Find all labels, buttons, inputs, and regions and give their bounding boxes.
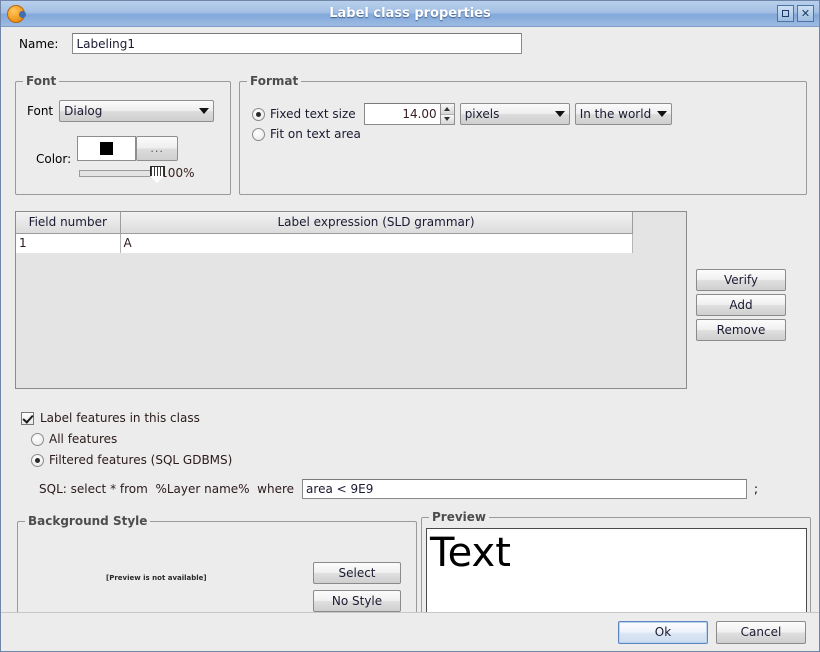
close-icon[interactable]: ✕ [797,5,814,22]
spinner-up-icon[interactable] [440,104,454,115]
gvsig-globe-icon [7,4,26,23]
name-row: Name: [1,27,819,59]
chevron-down-icon [656,111,667,117]
text-size-input[interactable] [363,103,440,125]
size-reference-value: In the world [579,107,652,121]
sql-prefix-label: SQL: select * from %Layer name% where [39,482,295,496]
cell-field-number[interactable]: 1 [16,233,121,253]
title-bar[interactable]: Label class properties ✕ [1,1,819,27]
column-header-label-expression[interactable]: Label expression (SLD grammar) [120,212,633,234]
cell-label-expression[interactable]: A [120,233,633,253]
opacity-slider-thumb[interactable] [149,165,166,184]
format-group: Format Fixed text size pixels In the wor [239,74,807,195]
name-input[interactable] [72,33,523,54]
maximize-icon[interactable] [777,5,794,22]
chevron-down-icon [554,111,565,117]
color-chip [100,142,114,155]
text-size-units-value: pixels [464,107,500,121]
label-features-row[interactable]: Label features in this class [21,411,200,425]
remove-button[interactable]: Remove [696,319,786,341]
table-header-row: Field number Label expression (SLD gramm… [16,212,633,234]
fit-on-text-area-label: Fit on text area [270,127,361,141]
window-controls: ✕ [777,5,816,22]
size-reference-select[interactable]: In the world [574,103,672,125]
opacity-slider-row: 100% [79,165,195,184]
radio-fixed-text-size[interactable] [252,107,265,121]
opacity-value: 100% [160,166,195,180]
sql-row: SQL: select * from %Layer name% where ; [39,479,758,499]
table-row[interactable]: 1 A [16,233,633,253]
font-family-select[interactable]: Dialog [59,100,215,122]
font-family-value: Dialog [64,104,103,118]
color-label: Color: [36,152,72,166]
filtered-features-row[interactable]: Filtered features (SQL GDBMS) [31,453,232,467]
background-preview-message: [Preview is not available] [106,574,207,582]
background-style-legend: Background Style [25,514,151,528]
font-family-row: Font Dialog [27,100,215,122]
font-group-legend: Font [23,74,60,88]
background-style-actions: Select No Style [313,562,401,612]
spinner-down-icon[interactable] [440,114,454,124]
fit-on-text-area-row: Fit on text area [252,127,369,141]
font-color-row: Color: ... 100% [36,136,195,184]
radio-fit-on-text-area[interactable] [252,127,265,141]
select-button[interactable]: Select [313,562,401,584]
name-label: Name: [19,36,59,51]
color-swatch[interactable] [77,136,137,161]
preview-sample-text: Text [430,530,511,576]
all-features-row[interactable]: All features [31,432,117,446]
checkbox-label-features[interactable] [21,411,34,425]
all-features-label: All features [49,432,118,446]
dialog-content: Name: Font Font Dialog Color: [1,27,819,651]
ok-button[interactable]: Ok [618,620,708,644]
text-size-stepper[interactable] [363,103,455,125]
format-group-legend: Format [247,74,302,88]
text-size-spin-buttons[interactable] [439,103,455,125]
filtered-features-label: Filtered features (SQL GDBMS) [49,453,233,467]
color-picker-button[interactable]: ... [136,136,179,161]
chevron-down-icon [199,108,210,114]
font-group: Font Font Dialog Color: ... 100% [15,74,231,195]
label-expression-table[interactable]: Field number Label expression (SLD gramm… [15,211,687,389]
opacity-slider[interactable] [79,165,166,184]
preview-legend: Preview [429,510,490,524]
sql-suffix-label: ; [754,482,759,496]
expression-actions: Verify Add Remove [696,269,786,341]
verify-button[interactable]: Verify [696,269,786,291]
radio-all-features[interactable] [31,432,44,446]
text-size-units-select[interactable]: pixels [459,103,570,125]
label-features-label: Label features in this class [40,411,200,425]
fixed-text-size-row: Fixed text size pixels In the world [252,103,672,125]
sql-where-input[interactable] [302,479,748,499]
cancel-button[interactable]: Cancel [716,620,806,644]
label-class-properties-dialog: Label class properties ✕ Name: Font Font… [0,0,820,652]
no-style-button[interactable]: No Style [313,590,401,612]
window-title: Label class properties [329,6,491,21]
add-button[interactable]: Add [696,294,786,316]
font-label: Font [27,104,54,118]
fixed-text-size-label: Fixed text size [270,107,356,121]
column-header-field-number[interactable]: Field number [16,212,121,234]
radio-filtered-features[interactable] [31,453,44,467]
dialog-footer: Ok Cancel [1,612,819,651]
